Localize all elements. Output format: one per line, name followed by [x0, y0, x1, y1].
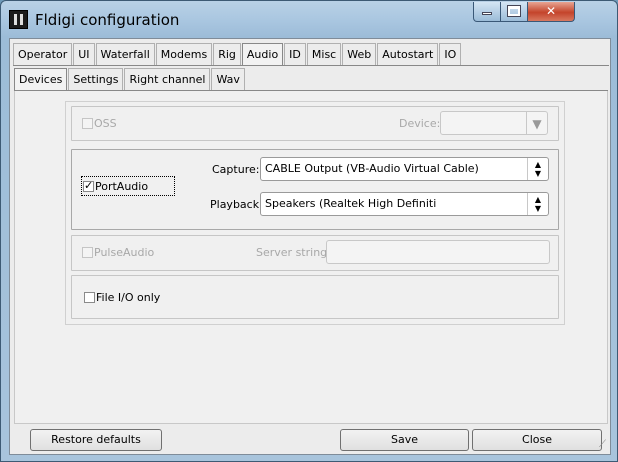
audio-subtab-bar: Devices Settings Right channel Wav: [14, 68, 246, 90]
tab-id[interactable]: ID: [284, 43, 306, 65]
maximize-icon: [507, 5, 521, 17]
tab-ui[interactable]: UI: [73, 43, 95, 65]
server-string-label: Server string:: [256, 246, 331, 259]
oss-device-label: Device:: [399, 117, 441, 130]
portaudio-checkbox-box: [83, 179, 94, 192]
save-button[interactable]: Save: [340, 429, 469, 451]
tab-web[interactable]: Web: [342, 43, 377, 65]
pulseaudio-label: PulseAudio: [94, 246, 155, 259]
tab-divider: [13, 65, 609, 66]
resize-grip-icon[interactable]: ⟋: [599, 439, 606, 450]
oss-checkbox-box: [82, 118, 93, 129]
close-icon: ✕: [545, 4, 557, 18]
dropdown-arrow-icon: ▼: [526, 112, 547, 134]
file-io-checkbox-box: [84, 292, 95, 303]
pulseaudio-group: PulseAudio Server string:: [71, 235, 559, 271]
tab-rig[interactable]: Rig: [213, 43, 241, 65]
spin-updown-icon: ▲ ▼: [527, 193, 548, 215]
oss-group: OSS Device: ▼: [71, 106, 559, 141]
subtab-settings[interactable]: Settings: [68, 68, 124, 90]
client-area: Operator UI Waterfall Modems Rig Audio I…: [9, 38, 611, 455]
spin-updown-icon: ▲ ▼: [527, 158, 548, 180]
portaudio-checkbox[interactable]: PortAudio: [81, 176, 175, 196]
playback-label: Playback:: [210, 198, 263, 211]
portaudio-group: PortAudio Capture: CABLE Output (VB-Audi…: [71, 149, 559, 230]
restore-defaults-button[interactable]: Restore defaults: [30, 429, 162, 451]
maximize-button[interactable]: [500, 2, 528, 22]
tab-io[interactable]: IO: [439, 43, 462, 65]
file-io-checkbox[interactable]: File I/O only: [84, 291, 160, 304]
subtab-devices[interactable]: Devices: [14, 68, 68, 90]
file-io-group: File I/O only: [71, 275, 559, 319]
tab-autostart[interactable]: Autostart: [377, 43, 439, 65]
capture-device-value: CABLE Output (VB-Audio Virtual Cable): [265, 162, 479, 175]
subtab-wav[interactable]: Wav: [211, 68, 245, 90]
oss-checkbox[interactable]: OSS: [82, 117, 117, 130]
capture-label: Capture:: [212, 163, 260, 176]
oss-label: OSS: [94, 117, 117, 130]
fldigi-app-icon: [9, 10, 28, 29]
minimize-button[interactable]: [473, 2, 501, 22]
tab-audio[interactable]: Audio: [241, 43, 284, 65]
oss-device-select[interactable]: ▼: [440, 111, 548, 135]
minimize-icon: [482, 12, 492, 15]
window-title: Fldigi configuration: [35, 11, 180, 29]
devices-panel: OSS Device: ▼ PortAudio Capture: CABLE O…: [14, 91, 608, 424]
tab-misc[interactable]: Misc: [306, 43, 342, 65]
title-bar[interactable]: Fldigi configuration ✕: [1, 1, 617, 37]
pulseaudio-checkbox[interactable]: PulseAudio: [82, 246, 154, 259]
tab-waterfall[interactable]: Waterfall: [95, 43, 155, 65]
tab-modems[interactable]: Modems: [155, 43, 213, 65]
subtab-right-channel[interactable]: Right channel: [124, 68, 211, 90]
tab-operator[interactable]: Operator: [13, 43, 73, 65]
playback-device-select[interactable]: Speakers (Realtek High Definiti ▲ ▼: [260, 192, 549, 216]
file-io-label: File I/O only: [96, 291, 161, 304]
capture-device-select[interactable]: CABLE Output (VB-Audio Virtual Cable) ▲ ▼: [260, 157, 549, 181]
pulseaudio-checkbox-box: [82, 247, 93, 258]
server-string-input[interactable]: [326, 240, 550, 264]
close-button[interactable]: Close: [472, 429, 602, 451]
playback-device-value: Speakers (Realtek High Definiti: [265, 197, 437, 210]
portaudio-label: PortAudio: [95, 179, 149, 193]
main-tab-bar: Operator UI Waterfall Modems Rig Audio I…: [13, 43, 462, 65]
close-window-button[interactable]: ✕: [527, 2, 575, 22]
config-window: Fldigi configuration ✕ Operator UI Water…: [0, 0, 618, 462]
